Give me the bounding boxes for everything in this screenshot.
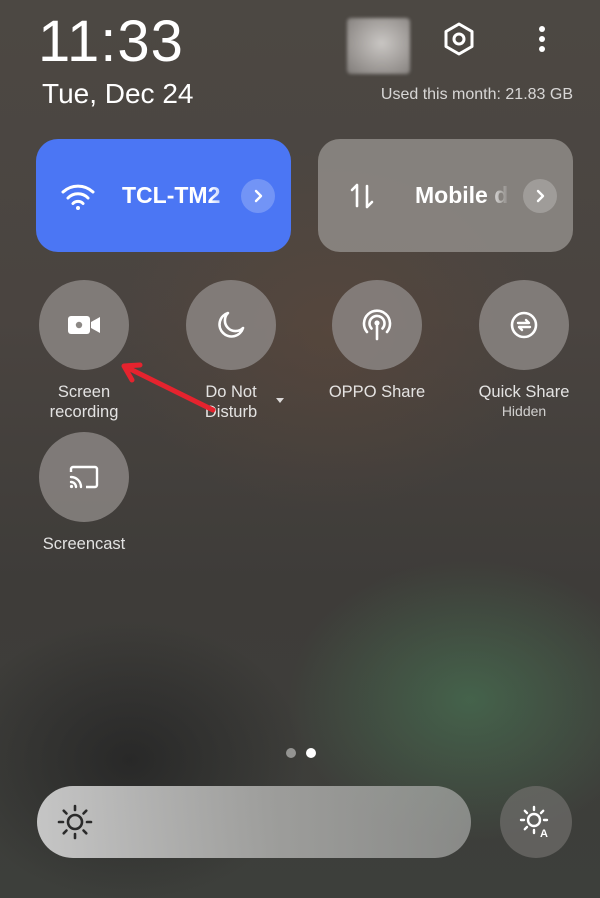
oppo-share-toggle[interactable] [332, 280, 422, 370]
vertical-dots-icon [539, 26, 545, 52]
hexagon-gear-icon [444, 22, 474, 56]
cast-icon [69, 465, 99, 489]
wifi-network-name: TCL-TM2 [122, 182, 221, 208]
page-dot-1[interactable] [286, 748, 296, 758]
page-indicator[interactable] [286, 748, 316, 758]
settings-icon[interactable] [440, 20, 478, 58]
page-dot-2[interactable] [306, 748, 316, 758]
qs-screencast[interactable]: Screencast [9, 432, 159, 554]
up-down-arrows-icon [342, 176, 382, 216]
video-camera-icon [68, 316, 100, 334]
dnd-options-caret-icon[interactable] [276, 398, 284, 403]
qs-quick-share[interactable]: Quick Share Hidden [449, 280, 599, 420]
wifi-tile[interactable]: TCL-TM2 [36, 139, 291, 252]
share-sync-icon [510, 311, 538, 339]
do-not-disturb-toggle[interactable] [186, 280, 276, 370]
quick-share-toggle[interactable] [479, 280, 569, 370]
qs-screen-recording[interactable]: Screen recording [9, 280, 159, 422]
wifi-details-button[interactable] [241, 179, 275, 213]
data-usage-text[interactable]: Used this month: 21.83 GB [381, 86, 573, 104]
chevron-right-icon [536, 189, 545, 203]
chevron-right-icon [254, 189, 263, 203]
crescent-moon-icon [218, 311, 245, 338]
qs-oppo-share[interactable]: OPPO Share [302, 280, 452, 402]
wifi-icon [58, 176, 98, 216]
quick-share-label: Quick Share Hidden [449, 382, 599, 420]
screen-recording-label: Screen recording [49, 383, 119, 421]
screen-recording-toggle[interactable] [39, 280, 129, 370]
mobile-data-details-button[interactable] [523, 179, 557, 213]
mobile-data-tile[interactable]: Mobile d [318, 139, 573, 252]
screencast-toggle[interactable] [39, 432, 129, 522]
auto-brightness-icon: A [519, 805, 549, 839]
screencast-label: Screencast [42, 535, 126, 553]
mobile-data-label: Mobile d [415, 182, 509, 208]
oppo-share-label: OPPO Share [328, 383, 426, 401]
date-label[interactable]: Tue, Dec 24 [42, 76, 193, 112]
more-options-icon[interactable] [526, 20, 558, 58]
user-avatar[interactable] [347, 18, 410, 74]
svg-text:A: A [540, 828, 548, 839]
broadcast-icon [362, 309, 392, 341]
auto-brightness-button[interactable]: A [500, 786, 572, 858]
clock-time: 11:33 [38, 9, 184, 74]
brightness-sun-icon [53, 800, 97, 844]
quick-share-status: Hidden [501, 403, 547, 419]
brightness-slider[interactable] [37, 786, 471, 858]
